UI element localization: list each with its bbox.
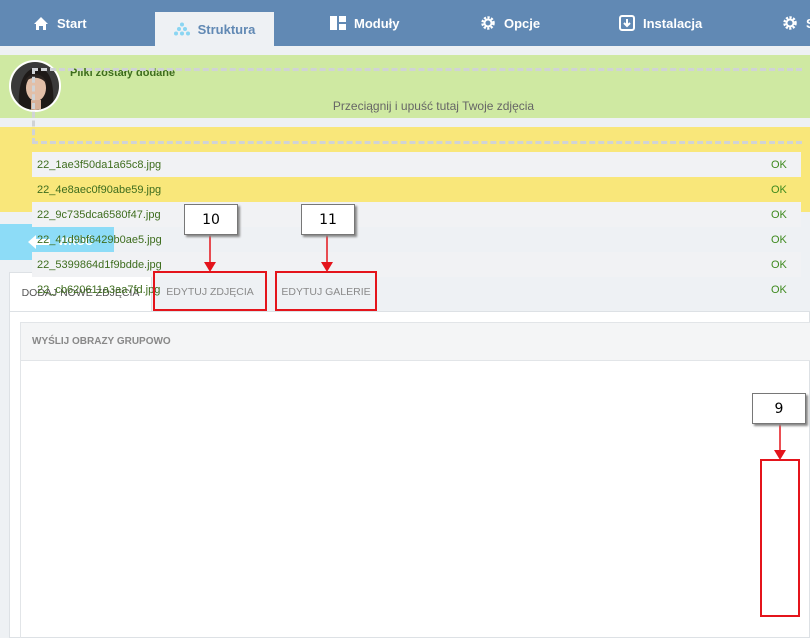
highlight-edit-gallery — [275, 271, 377, 311]
nav-item-struktura[interactable]: Struktura — [155, 12, 274, 46]
file-status: OK — [771, 158, 787, 171]
nav-item-start[interactable]: Start — [33, 0, 87, 46]
file-row: 22_9c735dca6580f47.jpg OK — [32, 202, 801, 227]
nav-item-more[interactable]: S — [782, 0, 810, 46]
modules-icon — [330, 16, 346, 30]
file-status: OK — [771, 258, 787, 271]
dropzone-text: Przeciągnij i upuść tutaj Twoje zdjęcia — [332, 99, 535, 113]
highlight-status-column — [760, 459, 800, 617]
file-row: 22_cb620611a3aa7fd.jpg OK — [32, 277, 801, 302]
file-row: 22_5399864d1f9bdde.jpg OK — [32, 252, 801, 277]
gear-icon — [481, 16, 495, 30]
nav-label: Instalacja — [643, 15, 703, 31]
file-status: OK — [771, 233, 787, 246]
upload-box: WYŚLIJ OBRAZY GRUPOWO — [20, 322, 810, 638]
upload-panel: WYŚLIJ OBRAZY GRUPOWO — [9, 311, 810, 638]
callout-9: 9 — [752, 393, 806, 424]
file-name: 22_cb620611a3aa7fd.jpg — [37, 283, 161, 296]
file-row: 22_41d9bf6429b0ae5.jpg OK — [32, 227, 801, 252]
file-name: 22_5399864d1f9bdde.jpg — [37, 258, 162, 271]
nav-label: Struktura — [197, 21, 256, 37]
top-navigation: Start Struktura Moduły Opcje Instalacja … — [0, 0, 810, 46]
nav-label: Start — [57, 15, 87, 31]
install-icon — [619, 15, 635, 31]
file-row: 22_1ae3f50da1a65c8.jpg OK — [32, 152, 801, 177]
gear-icon — [783, 16, 797, 30]
dropzone[interactable]: Przeciągnij i upuść tutaj Twoje zdjęcia — [32, 68, 802, 144]
panel-title: WYŚLIJ OBRAZY GRUPOWO — [21, 323, 810, 361]
file-name: 22_9c735dca6580f47.jpg — [37, 208, 161, 221]
nav-item-opcje[interactable]: Opcje — [480, 0, 540, 46]
file-row: 22_4e8aec0f90abe59.jpg OK — [32, 177, 801, 202]
sitemap-icon — [173, 22, 190, 36]
callout-11: 11 — [301, 204, 355, 235]
file-list: 22_1ae3f50da1a65c8.jpg OK 22_4e8aec0f90a… — [32, 152, 801, 302]
nav-label: S — [806, 16, 810, 31]
home-icon — [34, 16, 48, 30]
nav-item-instalacja[interactable]: Instalacja — [619, 0, 702, 46]
callout-10: 10 — [184, 204, 238, 235]
nav-label: Opcje — [504, 15, 541, 31]
file-status: OK — [771, 208, 787, 221]
highlight-edit-photos — [153, 271, 267, 311]
file-name: 22_41d9bf6429b0ae5.jpg — [37, 233, 162, 246]
nav-item-moduly[interactable]: Moduły — [330, 0, 400, 46]
file-name: 22_4e8aec0f90abe59.jpg — [37, 183, 162, 196]
file-name: 22_1ae3f50da1a65c8.jpg — [37, 158, 162, 171]
file-status: OK — [771, 283, 787, 296]
nav-label: Moduły — [354, 15, 400, 31]
file-status: OK — [771, 183, 787, 196]
